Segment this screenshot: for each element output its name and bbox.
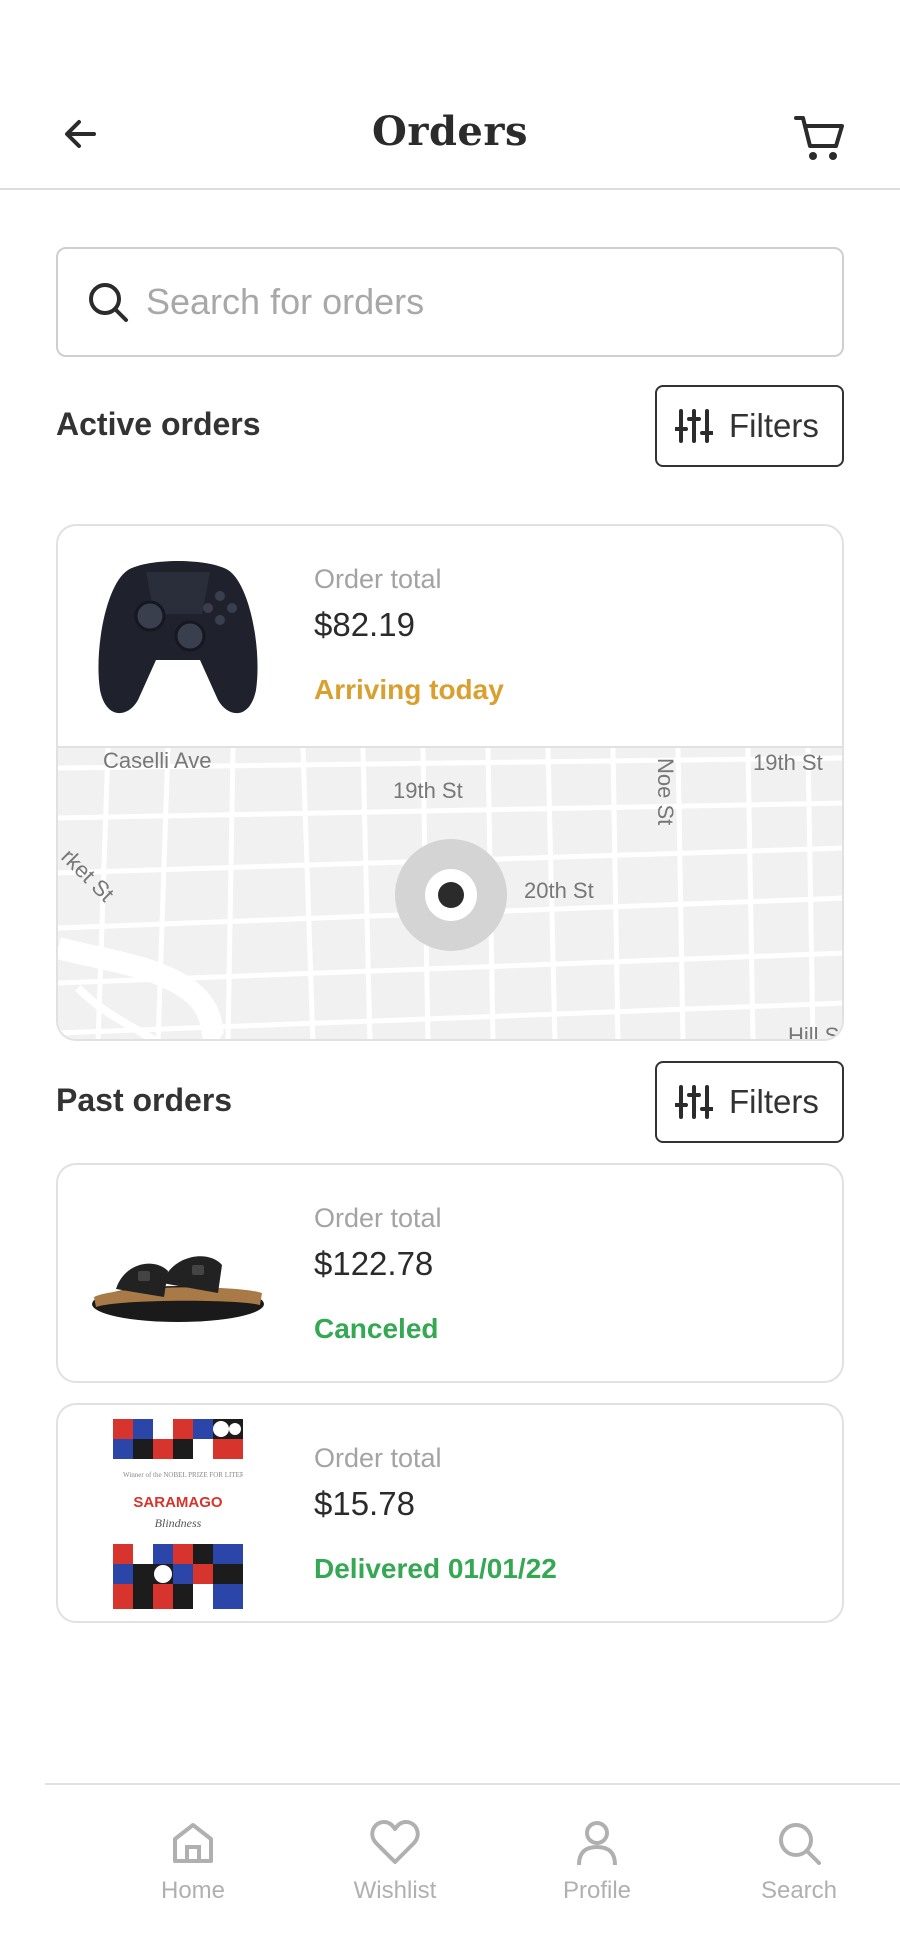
cart-button[interactable]	[790, 108, 848, 166]
past-order-card[interactable]: Order total $122.78 Canceled	[56, 1163, 844, 1383]
past-orders-title: Past orders	[56, 1082, 233, 1118]
search-icon	[779, 1823, 821, 1865]
order-total-value: $82.19	[314, 606, 415, 643]
product-image-controller	[88, 540, 268, 730]
nav-item-profile[interactable]: Profile	[517, 1815, 677, 1905]
cart-icon	[794, 116, 844, 160]
sliders-icon	[675, 1085, 713, 1119]
map-street-label: 20th St	[524, 878, 594, 903]
past-order-card[interactable]: Winner of the NOBEL PRIZE FOR LITERATURE…	[56, 1403, 844, 1623]
heart-icon	[370, 1820, 420, 1864]
page-title: Orders	[372, 108, 528, 155]
nav-item-home[interactable]: Home	[113, 1815, 273, 1905]
book-tagline: Winner of the NOBEL PRIZE FOR LITERATURE	[123, 1471, 243, 1479]
location-pin-icon	[395, 839, 507, 951]
search-bar[interactable]	[56, 247, 844, 357]
order-status: Arriving today	[314, 674, 504, 705]
map-street-label: Noe St	[653, 758, 678, 825]
order-total-label: Order total	[314, 564, 442, 594]
active-orders-title: Active orders	[56, 406, 261, 442]
delivery-map[interactable]: Caselli Ave 19th St Noe St 19th St rket …	[58, 746, 842, 1041]
home-icon	[173, 1823, 213, 1863]
nav-label: Home	[160, 1877, 226, 1904]
search-input[interactable]	[146, 281, 786, 323]
nav-item-search[interactable]: Search	[719, 1815, 879, 1905]
user-icon	[577, 1821, 617, 1866]
book-title: Blindness	[155, 1516, 202, 1530]
order-status: Canceled	[314, 1313, 439, 1344]
bottom-navigation: Home Wishlist Profile Search	[45, 1783, 900, 1948]
nav-item-wishlist[interactable]: Wishlist	[315, 1815, 475, 1905]
active-orders-filters-button[interactable]: Filters	[655, 385, 844, 467]
order-total-label: Order total	[314, 1443, 442, 1473]
product-image-sandal	[88, 1179, 268, 1369]
product-image-book: Winner of the NOBEL PRIZE FOR LITERATURE…	[88, 1419, 268, 1609]
order-total-value: $122.78	[314, 1245, 434, 1282]
order-total-value: $15.78	[314, 1485, 415, 1522]
search-icon	[89, 283, 128, 322]
map-street-label: Caselli Ave	[103, 748, 211, 773]
nav-label: Profile	[562, 1877, 632, 1904]
map-street-label: 19th St	[393, 778, 463, 803]
order-total-label: Order total	[314, 1203, 442, 1233]
sliders-icon	[675, 409, 713, 443]
past-orders-filters-button[interactable]: Filters	[655, 1061, 844, 1143]
nav-label: Wishlist	[353, 1877, 437, 1904]
map-street-label: 19th St	[753, 750, 823, 775]
nav-label: Search	[760, 1877, 838, 1904]
filters-label: Filters	[729, 1083, 819, 1120]
active-order-card[interactable]: Order total $82.19 Arriving today Casell…	[56, 524, 844, 1041]
top-app-bar: Orders	[0, 0, 900, 190]
order-status: Delivered 01/01/22	[314, 1553, 557, 1584]
book-author: SARAMAGO	[133, 1494, 222, 1511]
filters-label: Filters	[729, 407, 819, 444]
map-street-label: Hill S	[788, 1023, 839, 1041]
